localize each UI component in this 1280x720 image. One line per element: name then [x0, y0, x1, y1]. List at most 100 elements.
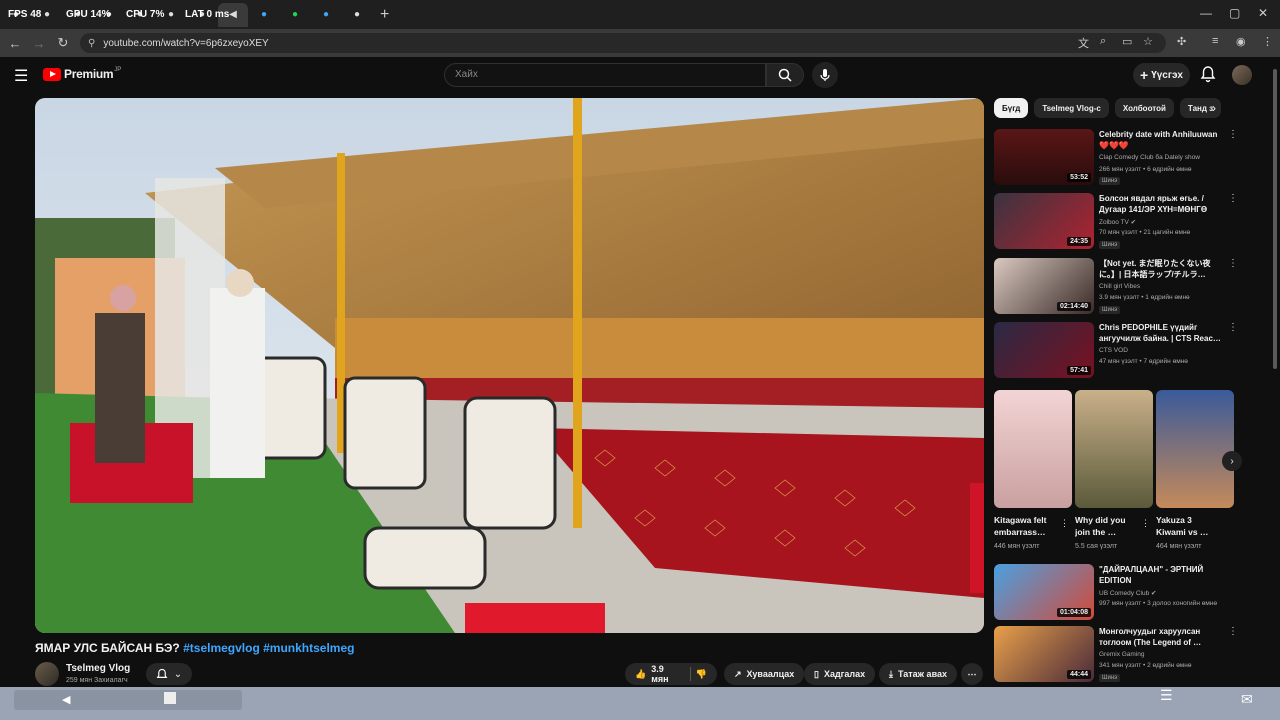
rec-meta: 47 мян үзэлт • 7 өдрийн өмнө: [1099, 358, 1188, 365]
rec-title[interactable]: 【Not yet. まだ眠りたくない夜に。】| 日本語ラップ/チルラ…: [1099, 258, 1223, 280]
extensions-icon[interactable]: ✣: [1177, 35, 1186, 48]
like-icon[interactable]: 👍: [635, 669, 646, 680]
more-icon[interactable]: ⋮: [1228, 193, 1238, 204]
site-info-icon[interactable]: ⚲: [88, 38, 95, 49]
search-button[interactable]: [766, 63, 804, 87]
cast-icon[interactable]: ▭: [1122, 35, 1132, 48]
mail-icon[interactable]: ✉: [1241, 691, 1253, 708]
video-thumbnail[interactable]: 44:44: [994, 626, 1094, 682]
rec-title[interactable]: Монголчуудыг харуулсан тоглоом (The Lege…: [1099, 626, 1223, 648]
video-hashtags[interactable]: #tselmegvlog #munkhtselmeg: [183, 641, 354, 655]
short-title[interactable]: Yakuza 3 Kiwami vs …: [1156, 514, 1218, 538]
browser-tab[interactable]: ●: [280, 3, 310, 27]
video-player[interactable]: [35, 98, 984, 633]
more-icon[interactable]: ⋮: [1228, 258, 1238, 269]
chevron-right-icon[interactable]: ›: [1212, 101, 1216, 115]
rec-channel[interactable]: UB Comedy Club ✔: [1099, 589, 1223, 597]
rec-channel[interactable]: Zolboo TV ✔: [1099, 218, 1223, 226]
save-button[interactable]: ▯ Хадгалах: [804, 663, 876, 685]
taskbar-media-widget[interactable]: ◀: [14, 690, 242, 710]
recommendation-item[interactable]: 02:14:40 【Not yet. まだ眠りたくない夜に。】| 日本語ラップ/…: [994, 258, 1238, 316]
reload-icon[interactable]: ↻: [51, 35, 75, 51]
page-scrollbar[interactable]: [1270, 57, 1280, 687]
recommendation-item[interactable]: 01:04:08 "ДАЙРАЛЦААН" - ЭРТНИЙ EDITION U…: [994, 564, 1238, 622]
video-thumbnail[interactable]: 24:35: [994, 193, 1094, 249]
rec-channel[interactable]: Chill girl Vibes: [1099, 283, 1223, 290]
browser-menu-icon[interactable]: ⋮: [1262, 35, 1273, 48]
rec-title[interactable]: Chris PEDOPHILE үүдийг ангуучилж байна. …: [1099, 322, 1223, 344]
more-icon[interactable]: ⋮: [1060, 518, 1069, 529]
short-item[interactable]: Yakuza 3 Kiwami vs … 464 мян үзэлт: [1156, 390, 1234, 550]
forward-icon[interactable]: →: [27, 36, 51, 51]
media-control-icon[interactable]: ≡: [1212, 35, 1218, 47]
url-field[interactable]: ⚲ youtube.com/watch?v=6p6zxeyoXEY: [80, 33, 1166, 53]
short-thumbnail[interactable]: [1156, 390, 1234, 508]
short-title[interactable]: Why did you join the …: [1075, 514, 1137, 538]
recommendation-item[interactable]: 53:52 Celebrity date with Anhiluuwan ❤️❤…: [994, 129, 1238, 187]
maximize-icon[interactable]: ▢: [1229, 6, 1240, 20]
video-frame: [35, 98, 984, 633]
translate-icon[interactable]: 文: [1078, 35, 1089, 51]
channel-avatar[interactable]: [35, 662, 59, 686]
search-input[interactable]: Хайх: [444, 63, 766, 87]
rec-title[interactable]: Болсон явдал ярьж өгье. / Дугаар 141/ЭР …: [1099, 193, 1223, 215]
new-tab-button[interactable]: +: [380, 6, 389, 24]
chip-related[interactable]: Холбоотой: [1114, 98, 1174, 118]
short-thumbnail[interactable]: [994, 390, 1072, 508]
video-thumbnail[interactable]: 02:14:40: [994, 258, 1094, 314]
more-icon[interactable]: ⋮: [1141, 518, 1150, 529]
short-thumbnail[interactable]: [1075, 390, 1153, 508]
video-thumbnail[interactable]: 01:04:08: [994, 564, 1094, 620]
shorts-next-button[interactable]: ›: [1222, 451, 1242, 471]
voice-search-button[interactable]: [812, 62, 838, 88]
more-icon[interactable]: ⋮: [1228, 626, 1238, 637]
browser-tab[interactable]: ●: [249, 3, 279, 27]
new-badge: Шинэ: [1099, 306, 1121, 314]
scrollbar-thumb[interactable]: [1273, 69, 1277, 369]
channel-name[interactable]: Tselmeg Vlog: [66, 663, 130, 674]
video-thumbnail[interactable]: 57:41: [994, 322, 1094, 378]
subscribed-button[interactable]: ⌄: [146, 663, 192, 685]
short-title[interactable]: Kitagawa felt embarrass…: [994, 514, 1056, 538]
chip-from-channel[interactable]: Tselmeg Vlog-с: [1034, 98, 1109, 118]
close-icon[interactable]: ✕: [1258, 6, 1268, 20]
short-item[interactable]: Why did you join the … 5.5 сая үзэлт ⋮: [1075, 390, 1153, 550]
rec-meta: 997 мян үзэлт • 3 долоо хоногийн өмнө: [1099, 600, 1217, 607]
notes-icon[interactable]: ☰: [1160, 687, 1173, 704]
rec-title[interactable]: Celebrity date with Anhiluuwan ❤️❤️❤️: [1099, 129, 1223, 151]
os-taskbar: ◀ ☰ ✉: [0, 687, 1280, 720]
more-actions-button[interactable]: ⋯: [961, 663, 983, 685]
more-icon[interactable]: ⋮: [1228, 129, 1238, 140]
create-button[interactable]: + Үүсгэх: [1133, 63, 1190, 87]
like-count[interactable]: 3.9 мян: [651, 664, 679, 684]
video-thumbnail[interactable]: 53:52: [994, 129, 1094, 185]
recommendation-item[interactable]: 24:35 Болсон явдал ярьж өгье. / Дугаар 1…: [994, 193, 1238, 251]
rec-title[interactable]: "ДАЙРАЛЦААН" - ЭРТНИЙ EDITION: [1099, 564, 1223, 586]
recommendation-item[interactable]: 44:44 Монголчуудыг харуулсан тоглоом (Th…: [994, 626, 1238, 684]
back-icon[interactable]: ←: [3, 36, 27, 51]
chip-all[interactable]: Бүгд: [994, 98, 1029, 118]
browser-tab[interactable]: ●: [311, 3, 341, 27]
bell-icon[interactable]: [1200, 65, 1216, 83]
stop-icon[interactable]: [164, 692, 176, 704]
browser-tab[interactable]: ●: [342, 3, 372, 27]
zoom-icon[interactable]: ⌕: [1100, 35, 1106, 48]
logo-text: Premium: [64, 67, 114, 81]
rec-channel[interactable]: Gremix Gaming: [1099, 651, 1223, 658]
user-avatar[interactable]: [1232, 65, 1252, 85]
rec-channel[interactable]: CTS VOD: [1099, 347, 1223, 354]
share-button[interactable]: ↗ Хуваалцах: [724, 663, 805, 685]
recommendation-item[interactable]: 57:41 Chris PEDOPHILE үүдийг ангуучилж б…: [994, 322, 1238, 380]
bookmark-star-icon[interactable]: ☆: [1143, 35, 1153, 48]
profile-icon[interactable]: ◉: [1236, 35, 1246, 48]
rec-channel[interactable]: Clap Comedy Club бa Dately show: [1099, 154, 1223, 161]
more-icon[interactable]: ⋮: [1228, 322, 1238, 333]
short-item[interactable]: Kitagawa felt embarrass… 446 мян үзэлт ⋮: [994, 390, 1072, 550]
address-bar: ← → ↻ ⚲ youtube.com/watch?v=6p6zxeyoXEY …: [0, 29, 1280, 57]
download-button[interactable]: ⤓ Татаж авах: [879, 663, 957, 685]
previous-icon[interactable]: ◀: [62, 693, 70, 706]
minimize-icon[interactable]: —: [1200, 6, 1212, 20]
menu-icon[interactable]: ☰: [14, 66, 28, 86]
youtube-logo[interactable]: Premium JP: [43, 67, 121, 81]
dislike-icon[interactable]: 👎: [696, 669, 707, 680]
